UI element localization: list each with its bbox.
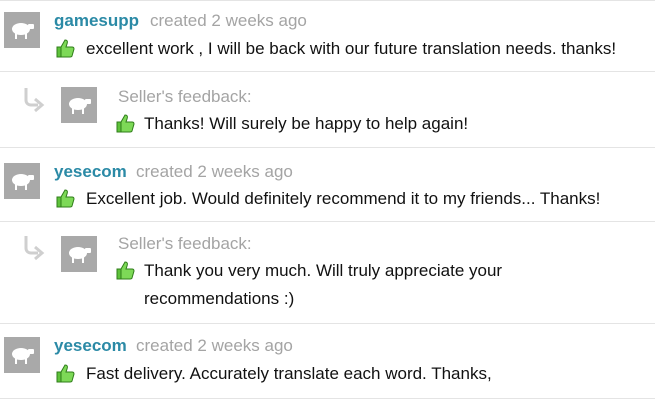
divider — [0, 398, 655, 399]
seller-feedback-text: Thanks! Will surely be happy to help aga… — [144, 114, 469, 133]
review-text: excellent work , I will be back with our… — [86, 39, 617, 58]
seller-avatar[interactable] — [61, 87, 97, 123]
divider — [0, 221, 655, 222]
created-time: created 2 weeks ago — [150, 11, 307, 30]
divider — [0, 71, 655, 72]
created-time: created 2 weeks ago — [136, 162, 293, 181]
username-link[interactable]: yesecom — [54, 336, 127, 356]
thumbs-up-icon — [116, 261, 135, 280]
thumbs-up-icon — [56, 364, 75, 383]
username-link[interactable]: yesecom — [54, 162, 127, 182]
sheep-icon — [12, 23, 34, 39]
sheep-icon — [69, 247, 91, 263]
review-text: Fast delivery. Accurately translate each… — [86, 364, 492, 383]
divider — [0, 323, 655, 324]
divider — [0, 0, 655, 1]
created-time: created 2 weeks ago — [136, 336, 293, 355]
review-text: Excellent job. Would definitely recommen… — [86, 189, 601, 208]
thumbs-up-icon — [116, 114, 135, 133]
sheep-icon — [12, 348, 34, 364]
thumbs-up-icon — [56, 39, 75, 58]
reply-arrow-icon — [24, 88, 45, 113]
divider — [0, 147, 655, 148]
seller-avatar[interactable] — [61, 236, 97, 272]
seller-feedback-text: Thank you very much. Will truly apprecia… — [144, 261, 503, 308]
seller-feedback-label: Seller's feedback: — [118, 87, 252, 106]
avatar[interactable] — [4, 12, 40, 48]
reply-arrow-icon — [24, 236, 45, 261]
avatar[interactable] — [4, 337, 40, 373]
sheep-icon — [12, 174, 34, 190]
thumbs-up-icon — [56, 189, 75, 208]
avatar[interactable] — [4, 163, 40, 199]
seller-feedback-label: Seller's feedback: — [118, 234, 252, 253]
sheep-icon — [69, 98, 91, 114]
username-link[interactable]: gamesupp — [54, 11, 139, 31]
